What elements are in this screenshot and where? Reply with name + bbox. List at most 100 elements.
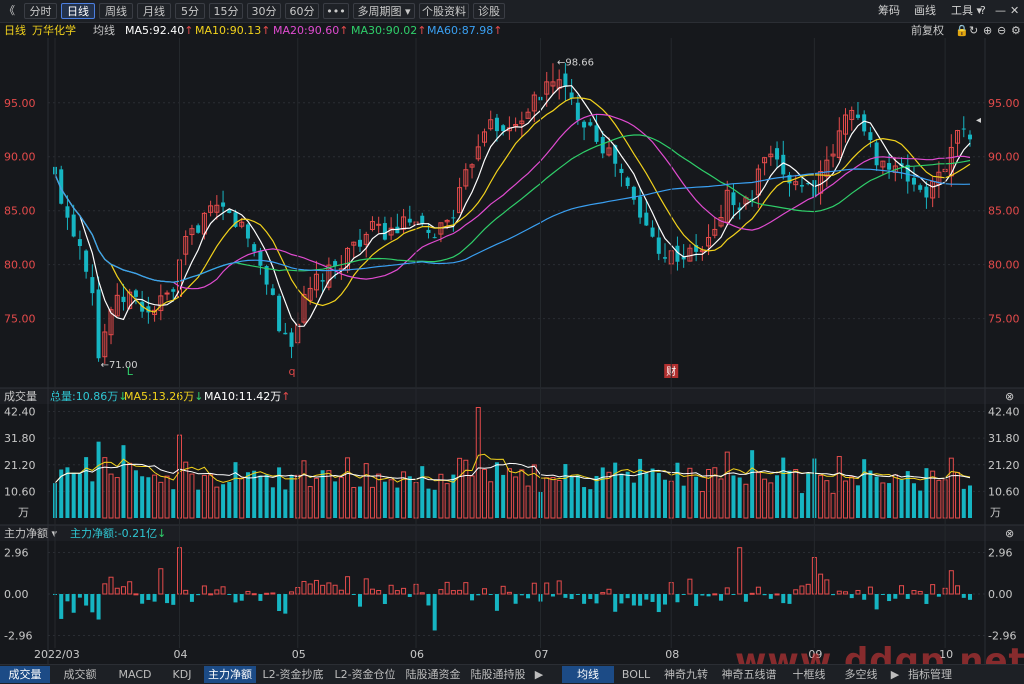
price-tick-left: 75.00 <box>4 313 36 326</box>
flow-bar <box>831 594 836 596</box>
period-tab-4[interactable]: 5分 <box>175 3 205 19</box>
volume-bar <box>681 485 686 518</box>
volume-bar <box>663 479 667 518</box>
flow-bar <box>961 594 966 598</box>
period-tab-7[interactable]: 60分 <box>285 3 319 19</box>
flow-bar <box>968 594 972 600</box>
candle-body <box>133 290 138 297</box>
toolbar-right-1[interactable]: 画线 <box>914 3 936 19</box>
flow-bar <box>488 594 493 595</box>
flow-bar <box>65 594 70 602</box>
flow-bar <box>762 594 767 596</box>
period-tab-8[interactable]: ••• <box>323 3 349 19</box>
volume-bar <box>171 489 176 518</box>
flow-bar <box>743 594 748 602</box>
candle-body <box>277 295 282 332</box>
volume-tick-left: 21.20 <box>4 459 36 472</box>
period-tab-11[interactable]: 诊股 <box>473 3 505 19</box>
flow-bar <box>731 594 736 595</box>
toolbar-right-0[interactable]: 筹码 <box>878 3 900 19</box>
refresh-icon[interactable]: ↻ <box>969 24 978 37</box>
lock-icon[interactable]: 🔒 <box>955 24 969 37</box>
flow-bar <box>694 594 699 606</box>
period-tab-1[interactable]: 日线 <box>61 3 95 19</box>
flow-bar <box>849 594 854 599</box>
indicator-tab-6[interactable]: L2-资金仓位 <box>330 666 400 683</box>
indicator-tab-16[interactable]: ▶ <box>888 666 902 683</box>
indicator-tab-12[interactable]: 神奇九转 <box>658 666 714 683</box>
period-tab-0[interactable]: 分时 <box>24 3 57 19</box>
flow-bar <box>569 594 574 600</box>
indicator-tab-1[interactable]: 成交额 <box>52 666 108 683</box>
help-icon[interactable]: ? <box>980 3 986 19</box>
indicator-tab-10[interactable]: 均线 <box>562 666 614 683</box>
indicator-tab-2[interactable]: MACD <box>110 666 160 683</box>
flow-bar <box>526 594 531 599</box>
indicator-tab-7[interactable]: 陆股通资金 <box>402 666 464 683</box>
indicator-tab-3[interactable]: KDJ <box>162 666 202 683</box>
price-tick-right: 90.00 <box>988 151 1020 164</box>
flow-bar <box>905 594 910 599</box>
period-tab-3[interactable]: 月线 <box>137 3 171 19</box>
period-tab-5[interactable]: 15分 <box>209 3 243 19</box>
candle-body <box>121 296 126 303</box>
candle-body <box>320 280 325 282</box>
indicator-tab-0[interactable]: 成交量 <box>0 666 50 683</box>
indicator-tab-17[interactable]: 指标管理 <box>904 666 956 683</box>
candle-body <box>96 289 101 359</box>
flow-bar <box>700 594 705 596</box>
flow-bar <box>712 593 718 596</box>
volume-bar <box>84 457 89 518</box>
flow-bar <box>588 594 593 600</box>
flow-bar <box>625 594 630 599</box>
volume-bar <box>656 473 661 518</box>
price-tick-right: 95.00 <box>988 97 1020 110</box>
flow-bar <box>575 594 580 595</box>
flow-bar <box>787 594 792 604</box>
candle-body <box>638 196 643 218</box>
volume-bar <box>432 489 437 518</box>
volume-bar <box>806 473 811 518</box>
flow-bar <box>781 594 786 604</box>
indicator-tab-13[interactable]: 神奇五线谱 <box>716 666 782 683</box>
zoom-in-icon[interactable]: ⊕ <box>983 24 992 37</box>
back-icon[interactable]: 《 <box>4 3 15 19</box>
indicator-tab-4[interactable]: 主力净额 <box>204 666 256 683</box>
volume-tick-right: 42.40 <box>988 406 1020 419</box>
period-tab-9[interactable]: 多周期图 ▾ <box>353 3 415 19</box>
volume-bar <box>146 477 151 518</box>
volume-bar <box>270 487 275 518</box>
toolbar-right-2[interactable]: 工具 ▾ <box>951 3 982 19</box>
volume-bar <box>787 470 792 518</box>
candle-body <box>65 206 70 218</box>
indicator-tab-14[interactable]: 十框线 <box>784 666 834 683</box>
flow-bar <box>382 594 387 604</box>
period-tab-2[interactable]: 周线 <box>99 3 133 19</box>
kline-chart[interactable]: 日线 万华化学 均线 MA5:92.40↑ MA10:90.13↑ MA20:90.60↑… <box>0 0 1024 683</box>
volume-bar <box>887 483 892 518</box>
volume-tick-left: 31.80 <box>4 432 36 445</box>
indicator-tab-9[interactable]: ▶ <box>532 666 546 683</box>
period-tab-6[interactable]: 30分 <box>247 3 281 19</box>
period-tab-10[interactable]: 个股资料 <box>419 3 469 19</box>
candle-body <box>588 122 593 126</box>
zoom-out-icon[interactable]: ⊖ <box>997 24 1006 37</box>
candle-body <box>196 225 201 233</box>
volume-bar <box>90 481 95 518</box>
minimize-icon[interactable]: — <box>995 3 1006 19</box>
volume-bar <box>395 487 400 518</box>
volume-bar <box>420 466 425 518</box>
indicator-tab-11[interactable]: BOLL <box>616 666 656 683</box>
date-label-5: 08 <box>665 648 679 661</box>
flow-bar <box>681 594 686 595</box>
flow-bar <box>582 594 587 604</box>
indicator-tab-8[interactable]: 陆股通持股 <box>466 666 530 683</box>
indicator-tab-15[interactable]: 多空线 <box>836 666 886 683</box>
flow-bar <box>407 594 412 597</box>
settings-icon[interactable]: ⚙ <box>1011 24 1021 37</box>
volume-bar <box>619 473 624 518</box>
indicator-tab-5[interactable]: L2-资金抄底 <box>258 666 328 683</box>
volume-bar <box>358 486 362 518</box>
volume-bar <box>731 475 736 518</box>
close-icon[interactable]: ✕ <box>1010 3 1019 19</box>
